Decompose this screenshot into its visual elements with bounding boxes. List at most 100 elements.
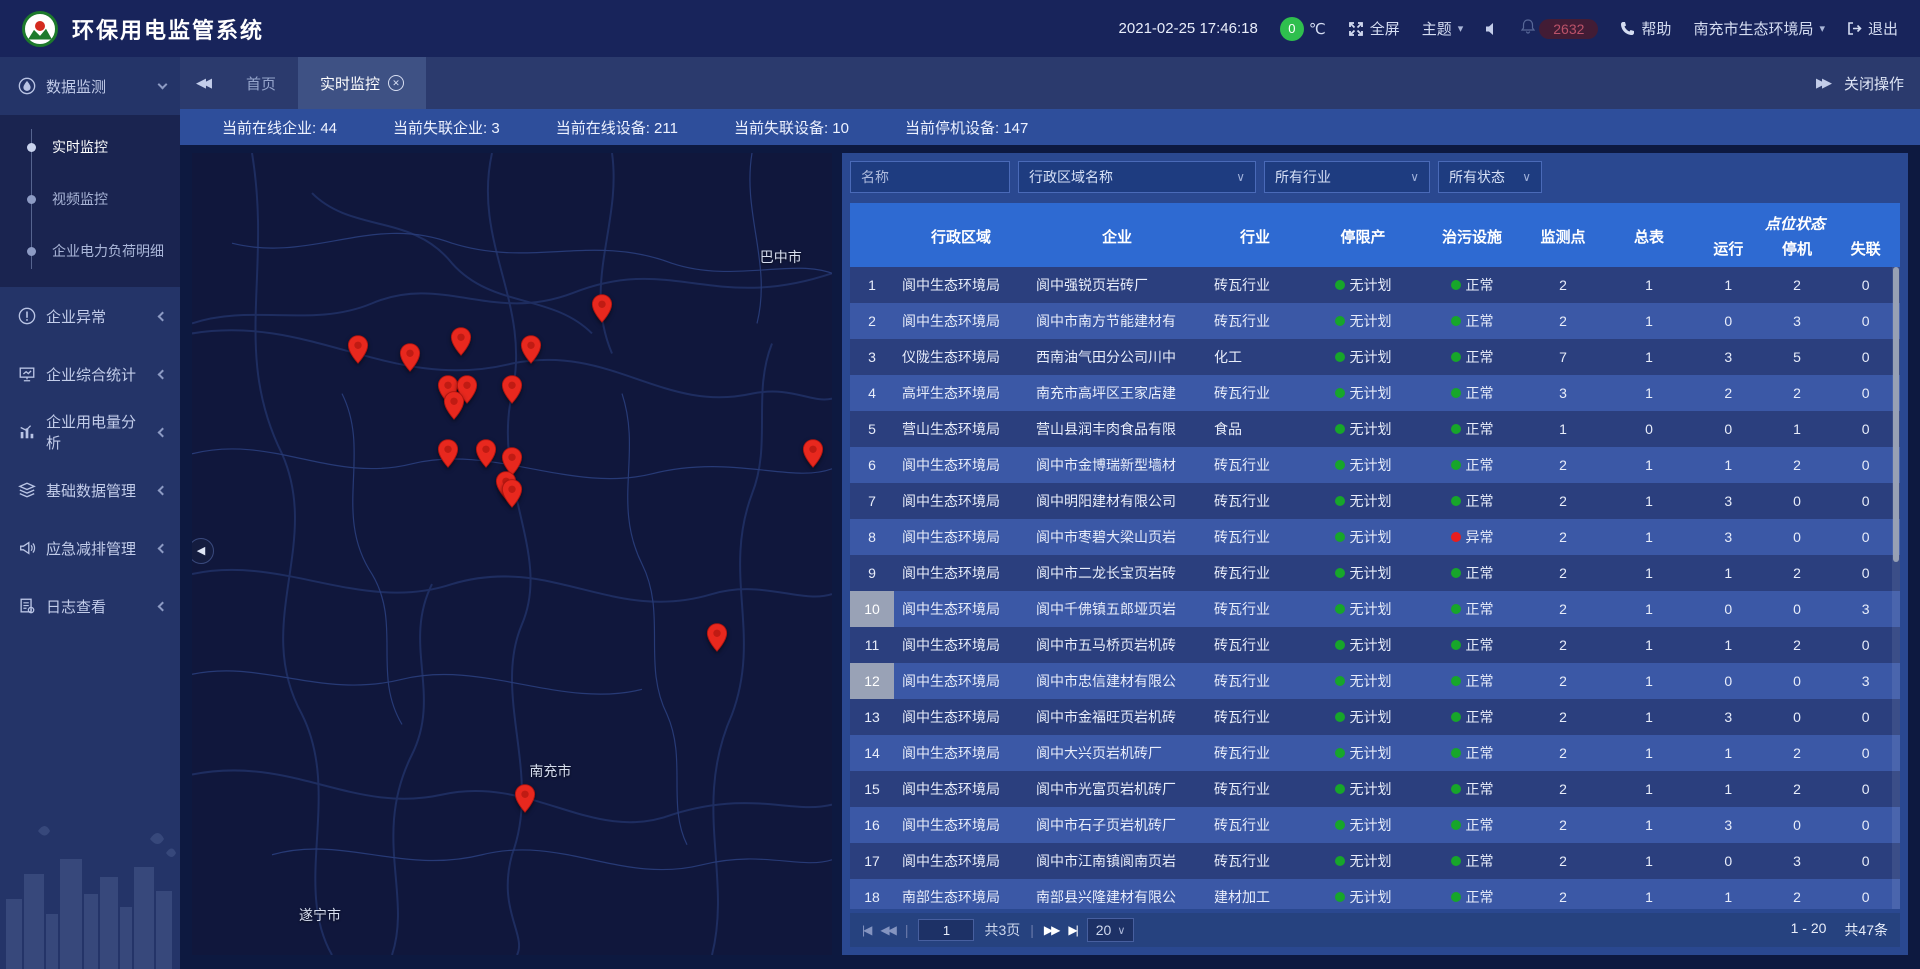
- table-row[interactable]: 6阆中生态环境局阆中市金博瑞新型墙材砖瓦行业无计划正常21120: [850, 447, 1900, 483]
- sidebar-item-power-usage-analysis[interactable]: 企业用电量分析: [0, 403, 180, 461]
- facility-label: 正常: [1466, 563, 1494, 583]
- table-scrollbar[interactable]: [1892, 267, 1900, 909]
- stop-limit-label: 无计划: [1350, 707, 1392, 727]
- monitor-count-cell: 2: [1522, 781, 1604, 797]
- status-dot-green-icon: [1335, 784, 1345, 794]
- offline-count-cell: 0: [1831, 493, 1900, 509]
- table-row[interactable]: 2阆中生态环境局阆中市南方节能建材有砖瓦行业无计划正常21030: [850, 303, 1900, 339]
- map-pin-icon[interactable]: [501, 374, 523, 404]
- table-row[interactable]: 5营山生态环境局营山县润丰肉食品有限食品无计划正常10010: [850, 411, 1900, 447]
- tab-close-icon[interactable]: ✕: [388, 75, 404, 91]
- status-filter-select[interactable]: 所有状态 ∨: [1438, 161, 1542, 193]
- status-dot-green-icon: [1451, 640, 1461, 650]
- close-operations-dropdown[interactable]: 关闭操作: [1844, 73, 1904, 94]
- stat-item: 当前停机设备: 147: [905, 117, 1028, 138]
- table-row[interactable]: 13阆中生态环境局阆中市金福旺页岩机砖砖瓦行业无计划正常21300: [850, 699, 1900, 735]
- org-dropdown[interactable]: 南充市生态环境局 ▾: [1693, 18, 1825, 39]
- table-row[interactable]: 4高坪生态环境局南充市高坪区王家店建砖瓦行业无计划正常31220: [850, 375, 1900, 411]
- status-dot-green-icon: [1451, 568, 1461, 578]
- tabs-scroll-left-button[interactable]: ◀◀: [180, 75, 224, 91]
- sidebar-item-data-monitor[interactable]: 数据监测: [0, 57, 180, 115]
- table-row[interactable]: 16阆中生态环境局阆中市石子页岩机砖厂砖瓦行业无计划正常21300: [850, 807, 1900, 843]
- region-filter-select[interactable]: 行政区域名称 ∨: [1018, 161, 1256, 193]
- enterprise-cell: 南部县兴隆建材有限公: [1028, 887, 1206, 907]
- table-row[interactable]: 12阆中生态环境局阆中市忠信建材有限公砖瓦行业无计划正常21003: [850, 663, 1900, 699]
- status-dot-green-icon: [1451, 784, 1461, 794]
- page-number-input[interactable]: [918, 919, 974, 941]
- map-pin-icon[interactable]: [520, 334, 542, 364]
- map-pin-icon[interactable]: [437, 438, 459, 468]
- enterprise-cell: 营山县润丰肉食品有限: [1028, 419, 1206, 439]
- table-row[interactable]: 9阆中生态环境局阆中市二龙长宝页岩砖砖瓦行业无计划正常21120: [850, 555, 1900, 591]
- sidebar-item-enterprise-statistics[interactable]: 企业综合统计: [0, 345, 180, 403]
- col-district: 行政区域: [894, 226, 1028, 259]
- sidebar-item-enterprise-anomaly[interactable]: 企业异常: [0, 287, 180, 345]
- district-cell: 阆中生态环境局: [894, 275, 1028, 295]
- table-row[interactable]: 11阆中生态环境局阆中市五马桥页岩机砖砖瓦行业无计划正常21120: [850, 627, 1900, 663]
- first-page-button[interactable]: |◀: [862, 923, 870, 937]
- prev-page-button[interactable]: ◀◀: [880, 923, 894, 937]
- page-size-select[interactable]: 20 ∨: [1087, 918, 1135, 942]
- table-row[interactable]: 8阆中生态环境局阆中市枣碧大梁山页岩砖瓦行业无计划异常21300: [850, 519, 1900, 555]
- last-page-button[interactable]: ▶|: [1068, 923, 1076, 937]
- map-pin-icon[interactable]: [802, 438, 824, 468]
- table-row[interactable]: 14阆中生态环境局阆中大兴页岩机砖厂砖瓦行业无计划正常21120: [850, 735, 1900, 771]
- stop-limit-cell: 无计划: [1304, 419, 1422, 439]
- row-number-cell: 9: [850, 555, 894, 591]
- map-pin-icon[interactable]: [450, 326, 472, 356]
- notifications[interactable]: 2632: [1521, 19, 1598, 39]
- chevron-down-icon: ∨: [1410, 170, 1419, 184]
- map-pin-icon[interactable]: [399, 342, 421, 372]
- tab-实时监控[interactable]: 实时监控✕: [298, 57, 426, 109]
- table-row[interactable]: 17阆中生态环境局阆中市江南镇阆南页岩砖瓦行业无计划正常21030: [850, 843, 1900, 879]
- stop-limit-label: 无计划: [1350, 815, 1392, 835]
- district-cell: 南部生态环境局: [894, 887, 1028, 907]
- row-number-cell: 14: [850, 735, 894, 771]
- mute-button[interactable]: [1485, 22, 1499, 36]
- map-pin-icon[interactable]: [347, 334, 369, 364]
- sidebar-item-video-monitor[interactable]: 视频监控: [0, 173, 180, 225]
- meter-count-cell: 0: [1604, 421, 1694, 437]
- stop-limit-label: 无计划: [1350, 275, 1392, 295]
- map-pin-icon[interactable]: [475, 438, 497, 468]
- sidebar-item-emergency-reduction[interactable]: 应急减排管理: [0, 519, 180, 577]
- table-row[interactable]: 18南部生态环境局南部县兴隆建材有限公建材加工无计划正常21120: [850, 879, 1900, 909]
- next-page-button[interactable]: ▶▶: [1044, 923, 1058, 937]
- stop-limit-label: 无计划: [1350, 779, 1392, 799]
- table-row[interactable]: 3仪陇生态环境局西南油气田分公司川中化工无计划正常71350: [850, 339, 1900, 375]
- sidebar-item-power-load-detail[interactable]: 企业电力负荷明细: [0, 225, 180, 277]
- enterprise-cell: 阆中千佛镇五郎垭页岩: [1028, 599, 1206, 619]
- sidebar-item-base-data-management[interactable]: 基础数据管理: [0, 461, 180, 519]
- sidebar-item-label: 日志查看: [46, 596, 149, 617]
- table-row[interactable]: 1阆中生态环境局阆中强锐页岩砖厂砖瓦行业无计划正常21120: [850, 267, 1900, 303]
- help-button[interactable]: 帮助: [1620, 18, 1671, 39]
- map-pin-icon[interactable]: [514, 783, 536, 813]
- map-pin-icon[interactable]: [501, 478, 523, 508]
- table-row[interactable]: 15阆中生态环境局阆中市光富页岩机砖厂砖瓦行业无计划正常21120: [850, 771, 1900, 807]
- run-count-cell: 0: [1694, 601, 1763, 617]
- enterprise-cell: 阆中市五马桥页岩机砖: [1028, 635, 1206, 655]
- sidebar-item-log-view[interactable]: 日志查看: [0, 577, 180, 635]
- map-pin-icon[interactable]: [443, 390, 465, 420]
- col-industry: 行业: [1206, 226, 1304, 259]
- tabs-scroll-right-button[interactable]: ▶▶: [1816, 75, 1828, 91]
- district-cell: 营山生态环境局: [894, 419, 1028, 439]
- sidebar-item-realtime-monitor[interactable]: 实时监控: [0, 121, 180, 173]
- name-filter-input[interactable]: [861, 169, 999, 185]
- theme-dropdown[interactable]: 主题 ▾: [1422, 18, 1464, 39]
- table-row[interactable]: 7阆中生态环境局阆中明阳建材有限公司砖瓦行业无计划正常21300: [850, 483, 1900, 519]
- industry-cell: 砖瓦行业: [1206, 311, 1304, 331]
- table-row[interactable]: 10阆中生态环境局阆中千佛镇五郎垭页岩砖瓦行业无计划正常21003: [850, 591, 1900, 627]
- tab-首页[interactable]: 首页: [224, 57, 298, 109]
- map-panel[interactable]: 巴中市南充市遂宁市 ◀: [192, 153, 832, 955]
- halt-count-cell: 5: [1763, 349, 1832, 365]
- stats-bar: 当前在线企业: 44当前失联企业: 3当前在线设备: 211当前失联设备: 10…: [180, 109, 1920, 145]
- meter-count-cell: 1: [1604, 349, 1694, 365]
- enterprise-table: 行政区域 企业 行业 停限产 治污设施 监测点 总表 运行 停机 失联 点位状态: [850, 203, 1900, 909]
- logout-button[interactable]: 退出: [1847, 18, 1898, 39]
- district-cell: 阆中生态环境局: [894, 815, 1028, 835]
- map-pin-icon[interactable]: [591, 294, 613, 324]
- industry-filter-select[interactable]: 所有行业 ∨: [1264, 161, 1430, 193]
- map-pin-icon[interactable]: [706, 623, 728, 653]
- fullscreen-button[interactable]: 全屏: [1348, 18, 1400, 39]
